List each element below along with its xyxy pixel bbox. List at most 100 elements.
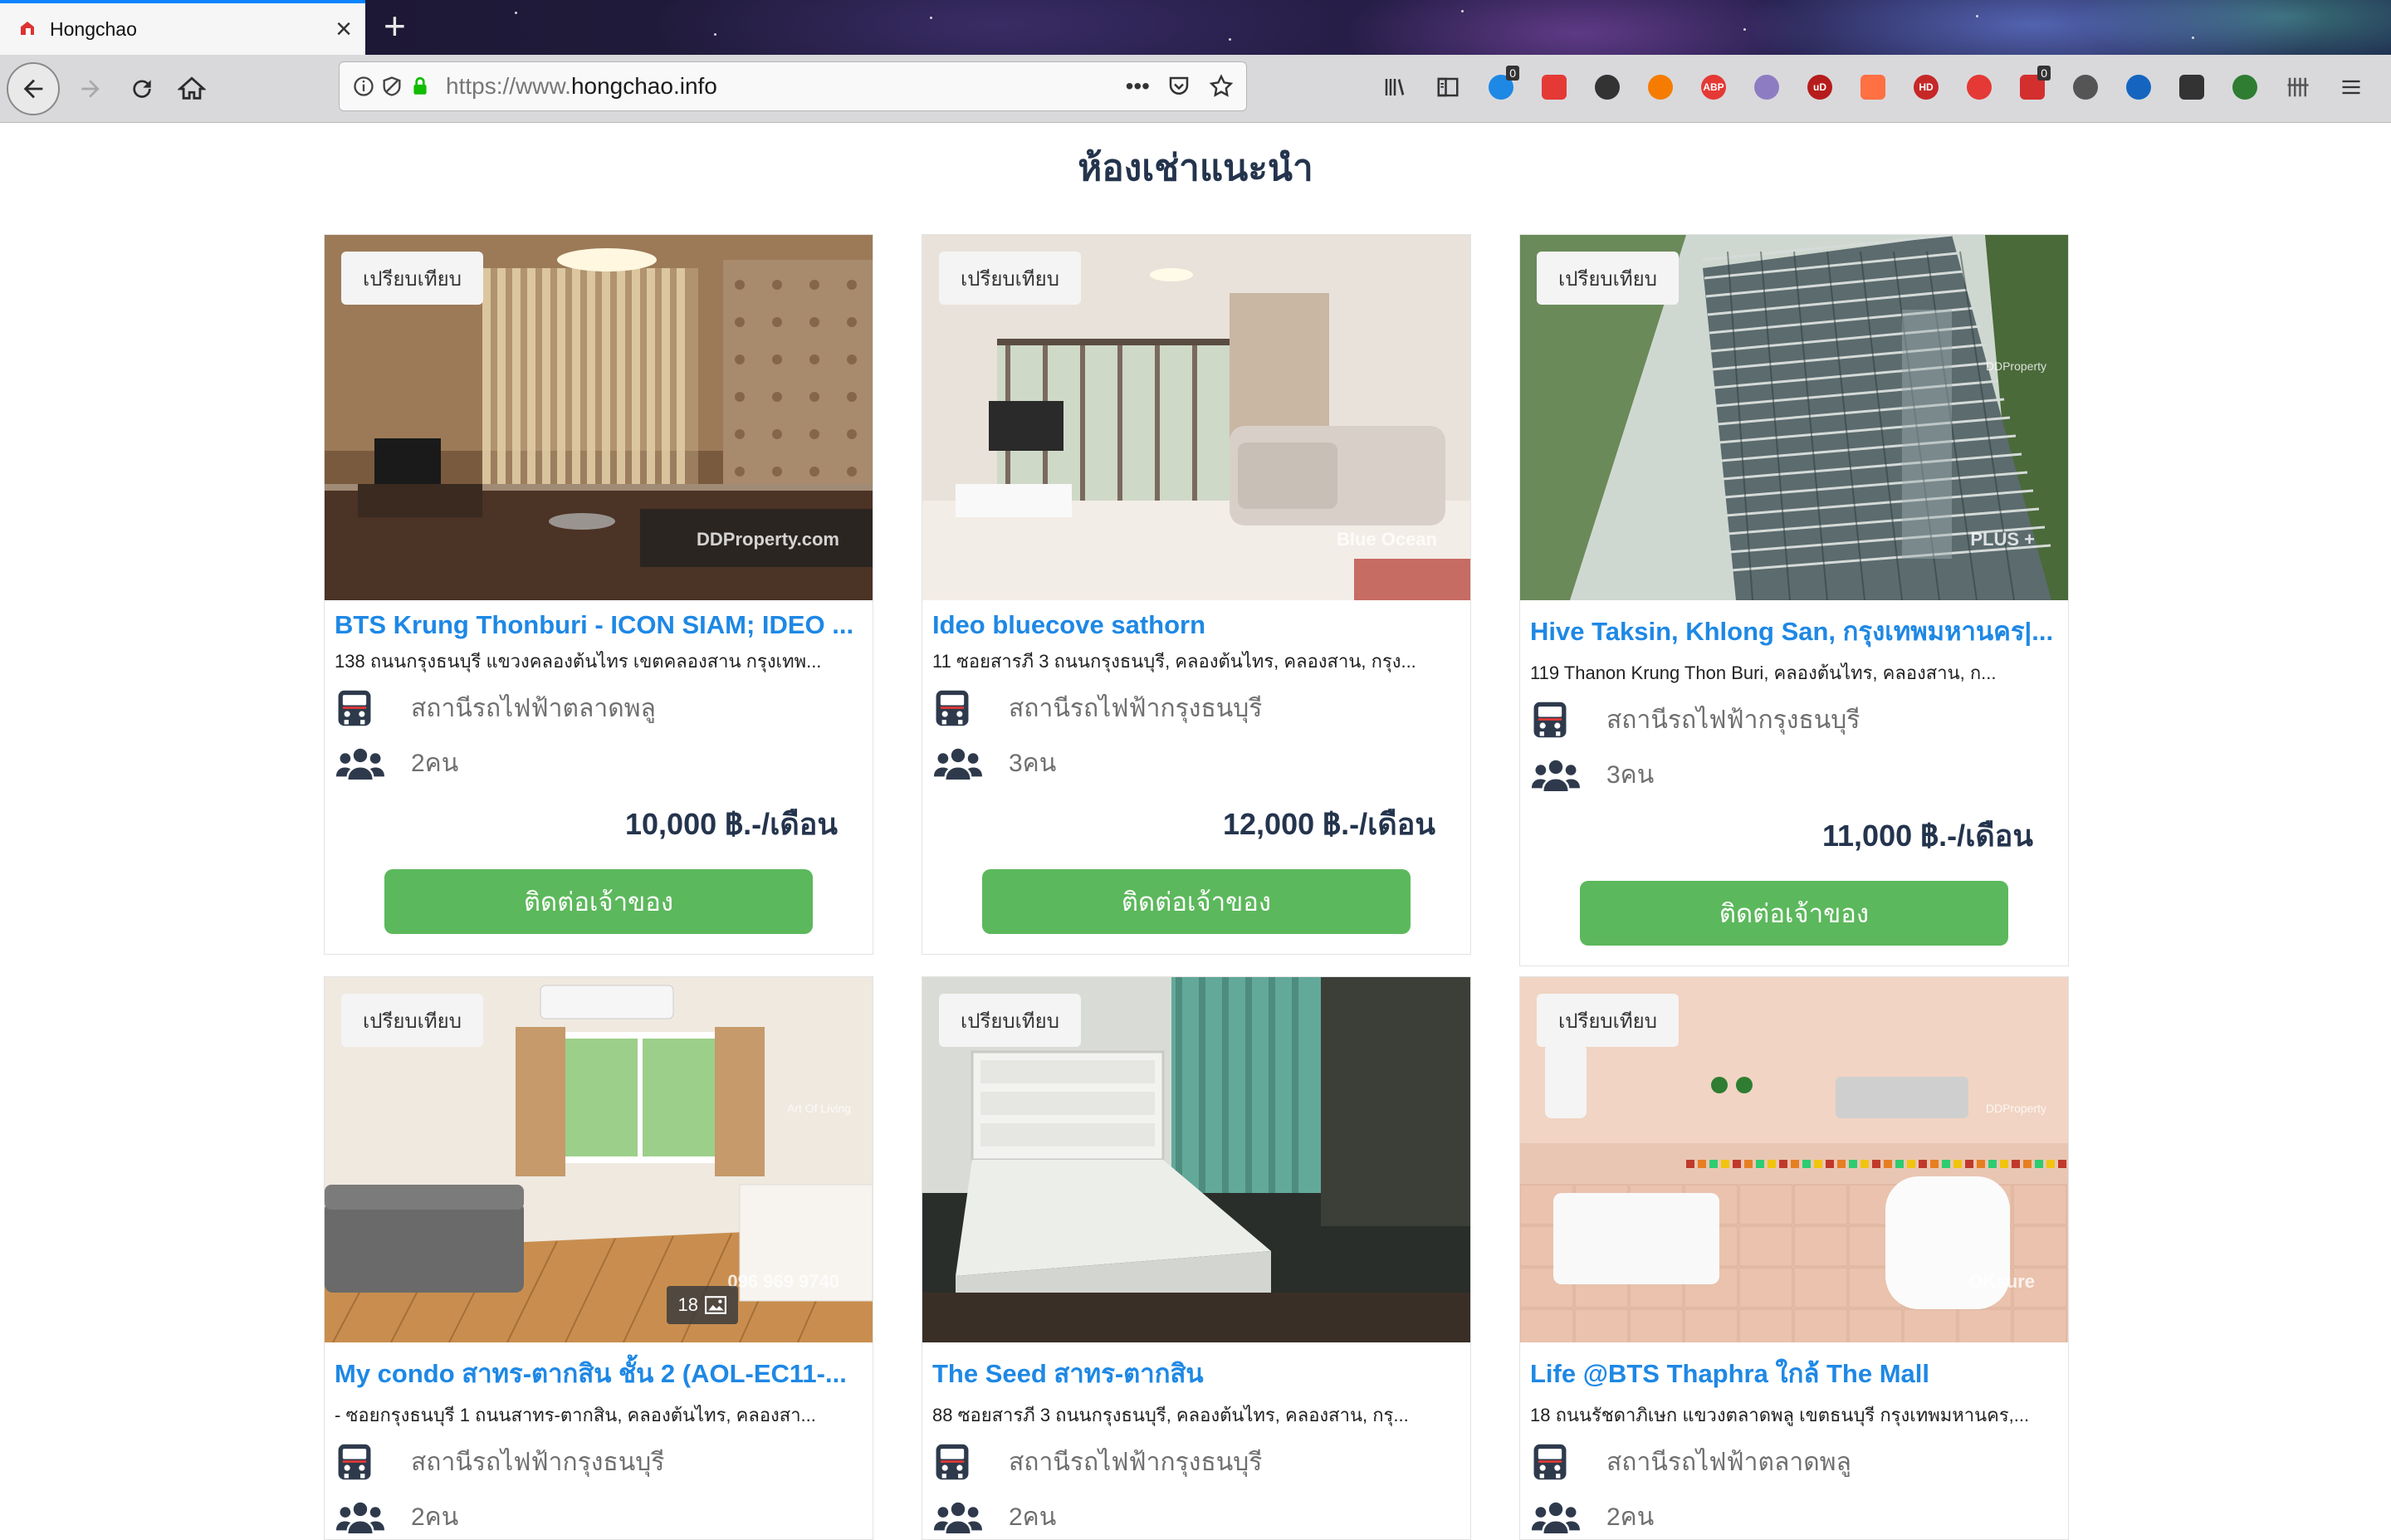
station-name: สถานีรถไฟฟ้าตลาดพลู	[1606, 1448, 1851, 1476]
pocket-icon[interactable]	[1166, 74, 1191, 99]
photo-count-badge[interactable]: 18	[666, 1286, 738, 1324]
listing-photo[interactable]: DDProperty.com เปรียบเทียบ	[325, 235, 873, 600]
listing-photo[interactable]: OKsure DDProperty เปรียบเทียบ	[1520, 977, 2068, 1342]
listing-title[interactable]: Life @BTS Thaphra ใกล้ The Mall	[1530, 1352, 2058, 1394]
url-bar[interactable]: https://www.hongchao.info •••	[339, 61, 1247, 111]
station-name: สถานีรถไฟฟ้ากรุงธนบุรี	[411, 1448, 665, 1476]
bookmark-star-icon[interactable]	[1208, 73, 1235, 100]
reload-button[interactable]	[121, 68, 163, 110]
compare-button[interactable]: เปรียบเทียบ	[939, 252, 1081, 305]
compare-button[interactable]: เปรียบเทียบ	[341, 252, 483, 305]
page-actions: •••	[1126, 73, 1235, 100]
ext-orange-icon[interactable]	[1640, 67, 1680, 107]
sidebar-icon[interactable]	[1428, 67, 1468, 107]
ext-block-icon[interactable]: 0	[2012, 66, 2052, 107]
listing-title[interactable]: BTS Krung Thonburi - ICON SIAM; IDEO ...	[335, 610, 863, 640]
contact-owner-button[interactable]: ติดต่อเจ้าของ	[1580, 881, 2008, 946]
secure-lock-icon[interactable]	[406, 72, 434, 100]
close-tab-icon[interactable]: ×	[335, 15, 352, 43]
people-icon	[934, 1496, 985, 1538]
station-row: สถานีรถไฟฟ้ากรุงธนบุรี	[336, 1440, 873, 1484]
occupancy-row: 2คน	[336, 1494, 873, 1539]
adblock-plus-icon[interactable]: ABP	[1694, 67, 1733, 107]
listing-card[interactable]: เปรียบเทียบ The Seed สาทร-ตากสิน 88 ซอยสาร…	[922, 976, 1471, 1540]
listing-photo[interactable]: เปรียบเทียบ	[922, 977, 1470, 1342]
listing-card[interactable]: PLUS + DDProperty เปรียบเทียบ Hive Taksin, …	[1519, 234, 2069, 966]
listing-card[interactable]: 096 969 9740 Art Of Living เปรียบเทียบ 18 My…	[324, 976, 873, 1540]
compare-button[interactable]: เปรียบเทียบ	[1537, 994, 1679, 1047]
listing-address: 119 Thanon Krung Thon Buri, คลองต้นไทร, …	[1530, 662, 1997, 683]
extensions-toolbar: 0 ABP uD HD 0	[1375, 66, 2371, 108]
people-icon	[336, 1496, 388, 1538]
ublock-origin-icon[interactable]: uD	[1800, 67, 1840, 107]
people-icon	[1532, 1496, 1583, 1538]
ext-heart-icon[interactable]	[1747, 67, 1787, 107]
arrow-right-icon	[81, 79, 100, 98]
tracking-protection-icon[interactable]	[378, 72, 406, 100]
train-icon	[336, 1441, 388, 1483]
image-icon	[705, 1296, 726, 1314]
home-button[interactable]	[171, 68, 213, 110]
ext-hd-icon[interactable]: HD	[1906, 67, 1946, 107]
compare-button[interactable]: เปรียบเทียบ	[341, 994, 483, 1047]
listing-card[interactable]: Blue Ocean เปรียบเทียบ Ideo bluecove satho…	[922, 234, 1471, 955]
listing-address: - ซอยกรุงธนบุรี 1 ถนนสาทร-ตากสิน, คลองต้…	[335, 1405, 816, 1425]
section-title: ห้องเช่าแนะนำ	[1078, 148, 1313, 188]
listing-title[interactable]: Hive Taksin, Khlong San, กรุงเทพมหานคร|.…	[1530, 610, 2058, 652]
arrow-left-icon	[23, 79, 43, 98]
occupancy: 2คน	[1606, 1503, 1655, 1531]
contact-owner-button[interactable]: ติดต่อเจ้าของ	[384, 869, 813, 934]
contact-owner-button[interactable]: ติดต่อเจ้าของ	[982, 869, 1411, 934]
page-content: ห้องเช่าแนะนำ DDProperty.com เปรียบเทียบ B…	[0, 124, 2391, 1540]
listing-card[interactable]: OKsure DDProperty เปรียบเทียบ Life @BTS Tha…	[1519, 976, 2069, 1540]
reload-icon	[133, 79, 151, 98]
station-name: สถานีรถไฟฟ้าตลาดพลู	[411, 694, 656, 722]
ext-chat-icon[interactable]	[2066, 67, 2105, 107]
compare-button[interactable]: เปรียบเทียบ	[1537, 252, 1679, 305]
ext-grid-icon[interactable]	[2278, 67, 2318, 107]
train-icon	[934, 1441, 985, 1483]
ext-bookmark-icon[interactable]: 0	[1481, 66, 1521, 107]
listing-title[interactable]: The Seed สาทร-ตากสิน	[932, 1352, 1460, 1394]
listing-photo[interactable]: PLUS + DDProperty เปรียบเทียบ	[1520, 235, 2068, 600]
ext-evernote-icon[interactable]	[2225, 67, 2265, 107]
ext-opera-icon[interactable]	[1959, 67, 1999, 107]
active-tab[interactable]: Hongchao ×	[0, 0, 365, 55]
people-icon	[934, 742, 985, 784]
ext-star-icon[interactable]	[1853, 67, 1893, 107]
forward-button[interactable]	[70, 68, 111, 110]
ext-red-icon[interactable]	[1534, 67, 1574, 107]
background-star	[930, 17, 932, 19]
train-icon	[1532, 1441, 1583, 1483]
site-info-icon[interactable]	[350, 72, 378, 100]
background-star	[1976, 15, 1978, 17]
listing-price: 11,000 ฿.-/เดือน	[1821, 819, 2033, 853]
ext-pin-icon[interactable]	[2119, 67, 2159, 107]
train-icon	[1532, 699, 1583, 741]
listing-card[interactable]: DDProperty.com เปรียบเทียบ BTS Krung Thonb…	[324, 234, 873, 955]
photo-watermark: Blue Ocean	[1336, 529, 1437, 550]
listing-price: 12,000 ฿.-/เดือน	[1223, 807, 1435, 841]
train-icon	[934, 687, 985, 729]
photo-watermark-secondary: DDProperty	[1985, 1102, 2046, 1115]
listing-title[interactable]: My condo สาทร-ตากสิน ชั้น 2 (AOL-EC11-..…	[335, 1352, 863, 1394]
ext-colorballs-icon[interactable]	[1587, 67, 1627, 107]
url-text[interactable]: https://www.hongchao.info	[446, 73, 1126, 100]
occupancy: 2คน	[411, 749, 459, 777]
library-icon[interactable]	[1375, 67, 1415, 107]
back-button[interactable]	[7, 61, 60, 115]
train-icon	[336, 687, 388, 729]
page-actions-menu-icon[interactable]: •••	[1126, 73, 1150, 100]
github-icon[interactable]	[2172, 67, 2212, 107]
listing-photo[interactable]: 096 969 9740 Art Of Living เปรียบเทียบ 18	[325, 977, 873, 1342]
listing-address: 11 ซอยสารภี 3 ถนนกรุงธนบุรี, คลองต้นไทร,…	[932, 651, 1416, 672]
menu-icon[interactable]	[2331, 67, 2371, 107]
new-tab-button[interactable]: +	[384, 7, 406, 45]
background-star	[714, 33, 716, 36]
listing-photo[interactable]: Blue Ocean เปรียบเทียบ	[922, 235, 1470, 600]
compare-button[interactable]: เปรียบเทียบ	[939, 994, 1081, 1047]
listing-address: 18 ถนนรัชดาภิเษก แขวงตลาดพลู เขตธนบุรี ก…	[1530, 1405, 2030, 1425]
photo-count: 18	[677, 1294, 698, 1315]
station-row: สถานีรถไฟฟ้าตลาดพลู	[1532, 1440, 2068, 1484]
listing-title[interactable]: Ideo bluecove sathorn	[932, 610, 1460, 640]
